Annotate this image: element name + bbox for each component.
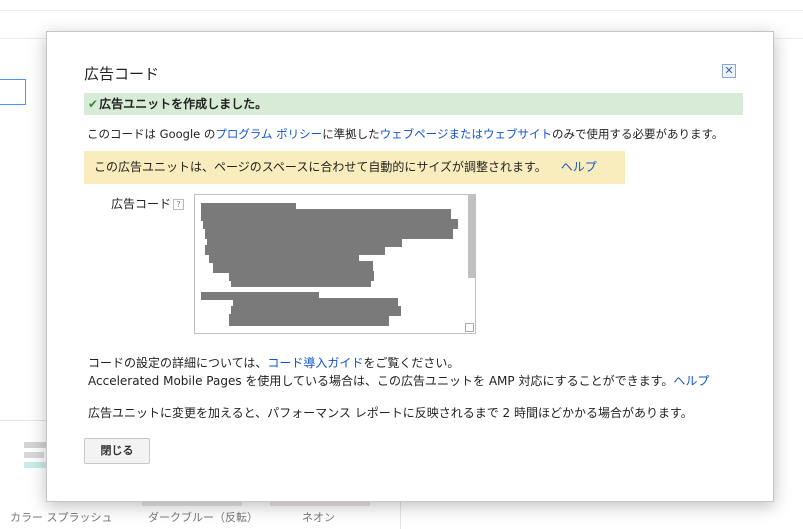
implementation-guide-text: コードの設定の詳細については、コード導入ガイドをご覧ください。	[88, 354, 459, 371]
amp-description: Accelerated Mobile Pages を使用している場合は、この広告…	[88, 374, 674, 388]
code-guide-link[interactable]: コード導入ガイド	[267, 356, 363, 370]
ad-code-label: 広告コード?	[111, 195, 185, 212]
style-caption-color-splash: カラー スプラッシュ	[10, 511, 113, 524]
policy-prefix: このコードは Google の	[87, 127, 216, 141]
guide-suffix: をご覧ください。	[363, 356, 460, 370]
policy-suffix: のみで使用する必要があります。	[551, 127, 724, 141]
ad-code-textarea[interactable]	[194, 194, 476, 334]
dialog-title: 広告コード	[84, 65, 160, 83]
responsive-notice: この広告ユニットは、ページのスペースに合わせて自動的にサイズが調整されます。 ヘル…	[84, 151, 625, 184]
close-icon[interactable]: ✕	[722, 64, 736, 78]
style-caption-neon: ネオン	[302, 511, 335, 524]
success-message: 広告ユニットを作成しました。	[99, 97, 268, 111]
close-button[interactable]: 閉じる	[84, 438, 150, 464]
amp-help-link[interactable]: ヘルプ	[673, 374, 709, 388]
background-divider	[0, 10, 803, 11]
resize-handle-icon[interactable]	[465, 323, 474, 332]
guide-prefix: コードの設定の詳細については、	[88, 356, 268, 370]
amp-text: Accelerated Mobile Pages を使用している場合は、この広告…	[88, 372, 709, 389]
ad-code-label-text: 広告コード	[111, 197, 172, 211]
textarea-scrollbar[interactable]	[468, 195, 475, 278]
color-splash-swatch[interactable]	[24, 442, 48, 472]
style-caption-dark-blue: ダークブルー（反転）	[148, 511, 258, 524]
help-icon[interactable]: ?	[173, 199, 185, 210]
program-policy-link[interactable]: プログラム ポリシー	[215, 127, 322, 141]
redacted-code	[201, 203, 458, 326]
ad-code-dialog: 広告コード ✕ ✔広告ユニットを作成しました。 このコードは Google のプ…	[46, 31, 774, 502]
policy-middle: に準拠した	[322, 127, 380, 141]
web-page-link[interactable]: ウェブページまたはウェブサイト	[380, 127, 552, 141]
checkmark-icon: ✔	[88, 97, 99, 111]
notice-help-link[interactable]: ヘルプ	[561, 160, 597, 174]
notice-text: この広告ユニットは、ページのスペースに合わせて自動的にサイズが調整されます。	[94, 160, 547, 174]
success-message-bar: ✔広告ユニットを作成しました。	[84, 93, 743, 115]
report-delay-text: 広告ユニットに変更を加えると、パフォーマンス レポートに反映されるまで 2 時間…	[88, 406, 693, 420]
background-input[interactable]	[0, 79, 26, 105]
policy-text: このコードは Google のプログラム ポリシーに準拠したウェブページまたはウ…	[87, 126, 723, 142]
